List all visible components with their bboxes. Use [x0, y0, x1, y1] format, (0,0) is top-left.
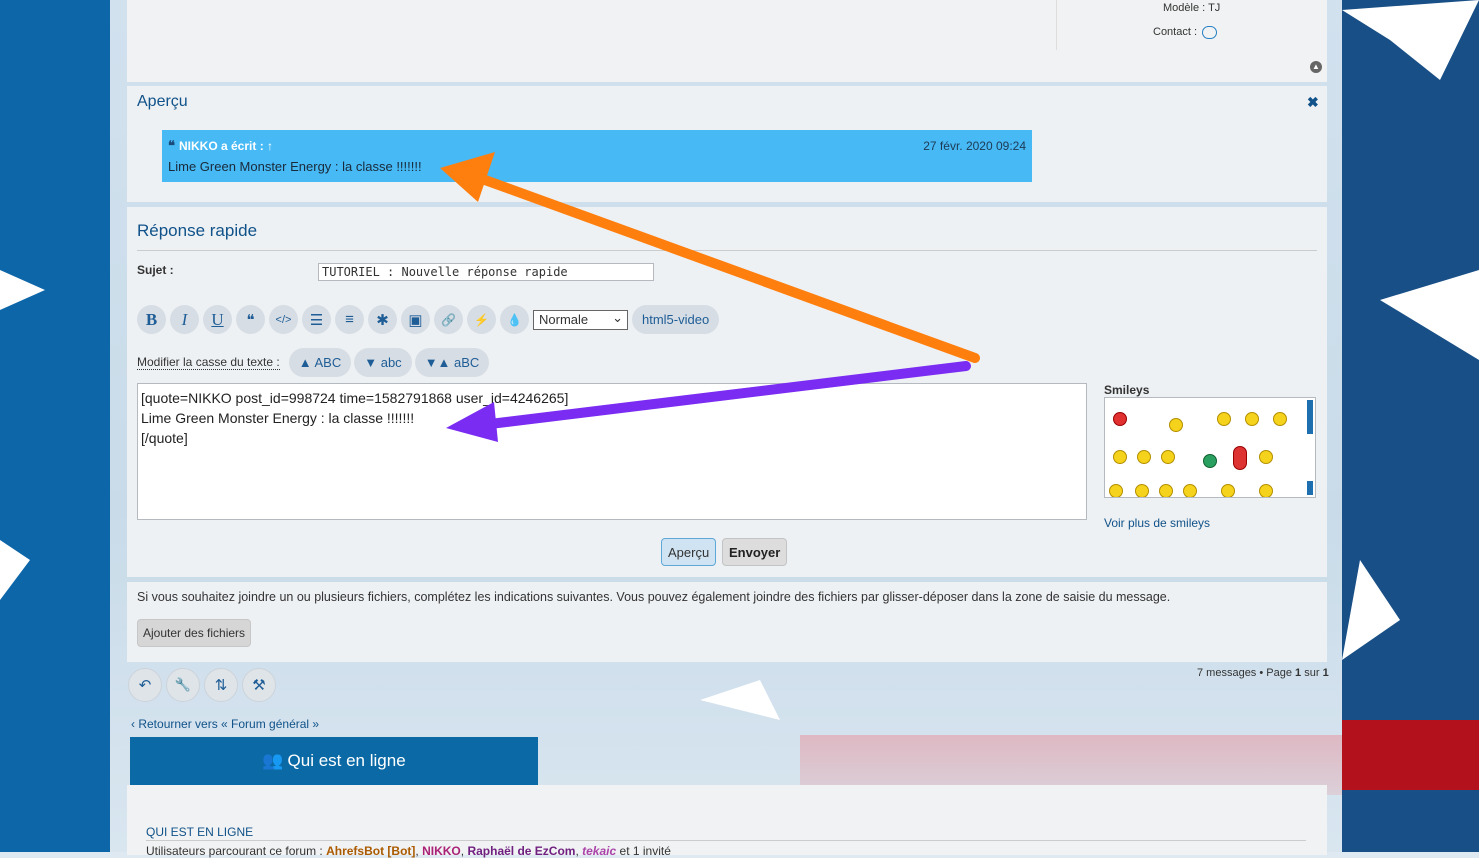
quote-author: ❝ NIKKO a écrit : ↑ [168, 138, 273, 154]
color-drop-icon-button[interactable]: 💧 [500, 305, 529, 334]
case-upper-button[interactable]: ▲ ABC [288, 348, 352, 377]
back-to-top-icon[interactable]: ▲ [1310, 61, 1322, 73]
smiley-icon[interactable] [1113, 412, 1127, 426]
subject-label: Sujet : [137, 263, 174, 277]
profile-contact: Contact : [1153, 26, 1197, 38]
attachments-instructions: Si vous souhaitez joindre un ou plusieur… [137, 590, 1171, 604]
online-users-list: Utilisateurs parcourant ce forum : Ahref… [146, 844, 671, 858]
font-size-select[interactable]: Normale [533, 309, 628, 330]
smileys-box [1104, 397, 1316, 498]
smiley-icon[interactable] [1135, 484, 1149, 497]
profile-divider [1056, 0, 1057, 50]
online-users-suffix: et 1 invité [619, 844, 671, 858]
preview-button[interactable]: Aperçu [661, 538, 717, 566]
underline-button[interactable]: U [203, 305, 232, 334]
back-to-forum-label: Retourner vers « Forum général » [138, 717, 320, 731]
contact-bubble-icon[interactable] [1202, 26, 1217, 39]
pagination-sep: sur [1304, 667, 1320, 679]
smiley-icon[interactable] [1259, 484, 1273, 497]
pagination-current: 1 [1295, 667, 1302, 679]
add-files-button[interactable]: Ajouter des fichiers [137, 619, 252, 647]
message-textarea[interactable]: [quote=NIKKO post_id=998724 time=1582791… [137, 383, 1087, 520]
pagination: 7 messages • Page 1 sur 1 [1197, 667, 1329, 679]
users-icon: 👥 [262, 751, 284, 770]
profile-contact-label: Contact : [1153, 26, 1198, 38]
send-button[interactable]: Envoyer [722, 538, 788, 566]
smiley-icon[interactable] [1137, 450, 1151, 464]
quote-author-name[interactable]: NIKKO a écrit : [179, 139, 264, 153]
background-stripe-red [1342, 720, 1479, 790]
online-users-prefix: Utilisateurs parcourant ce forum : [146, 844, 323, 858]
pagination-total: 1 [1322, 667, 1329, 679]
close-icon[interactable]: ✖ [1307, 94, 1319, 111]
previous-post-panel: Modèle : TJ Contact : ▲ [127, 0, 1327, 82]
italic-button[interactable]: I [170, 305, 199, 334]
reply-icon[interactable]: ↶ [128, 668, 162, 702]
text-case-label: Modifier la casse du texte : [137, 355, 280, 370]
who-is-online-label: Qui est en ligne [287, 751, 406, 770]
html5-video-button[interactable]: html5-video [632, 305, 720, 334]
online-user[interactable]: Raphaël de EzCom [467, 844, 575, 858]
quote-text: Lime Green Monster Energy : la classe !!… [168, 159, 422, 174]
more-smileys-link[interactable]: Voir plus de smileys [1104, 516, 1210, 530]
smiley-icon[interactable] [1159, 484, 1173, 497]
profile-model-value: TJ [1208, 2, 1221, 14]
pagination-prefix: 7 messages • Page [1197, 667, 1292, 679]
code-icon-button[interactable]: </> [269, 305, 298, 334]
quote-date: 27 févr. 2020 09:24 [923, 139, 1026, 153]
online-user[interactable]: tekaic [582, 844, 616, 858]
flash-icon-button[interactable]: ⚡ [467, 305, 496, 334]
case-lower-button[interactable]: ▼ abc [354, 348, 412, 377]
quick-reply-panel: Réponse rapide Sujet : TUTORIEL : Nouvel… [127, 207, 1327, 577]
quote-icon-button[interactable]: ❝ [236, 305, 265, 334]
smiley-icon[interactable] [1273, 412, 1287, 426]
case-toggle-button[interactable]: ▼▲ aBC [414, 348, 490, 377]
who-is-online-panel: QUI EST EN LIGNE Utilisateurs parcourant… [127, 785, 1327, 858]
attachments-panel: Si vous souhaitez joindre un ou plusieur… [127, 582, 1327, 662]
ordered-list-icon-button[interactable]: ≡ [335, 305, 364, 334]
quote-block: ❝ NIKKO a écrit : ↑ 27 févr. 2020 09:24 L… [162, 130, 1032, 182]
smiley-icon[interactable] [1183, 484, 1197, 497]
smiley-icon[interactable] [1203, 454, 1217, 468]
divider [146, 840, 1306, 841]
quick-reply-title: Réponse rapide [137, 221, 258, 240]
list-icon-button[interactable]: ☰ [302, 305, 331, 334]
online-user[interactable]: AhrefsBot [Bot] [326, 844, 415, 858]
profile-model: Modèle : TJ [1163, 2, 1220, 14]
profile-model-label: Modèle : [1163, 2, 1206, 14]
smiley-icon[interactable] [1113, 450, 1127, 464]
smiley-icon[interactable] [1221, 484, 1235, 497]
sort-icon[interactable]: ⇅ [204, 668, 238, 702]
smileys-scrollbar-lower[interactable] [1307, 481, 1313, 495]
smiley-icon[interactable] [1245, 412, 1259, 426]
bold-button[interactable]: B [137, 305, 166, 334]
smileys-title: Smileys [1104, 383, 1150, 397]
online-user[interactable]: NIKKO [422, 844, 461, 858]
list-item-icon-button[interactable]: ✱ [368, 305, 397, 334]
who-is-online-header[interactable]: 👥 Qui est en ligne [130, 737, 538, 785]
background-flag-left [0, 0, 110, 852]
topic-action-bar: ↶ 🔧 ⇅ ⚒ [128, 668, 276, 702]
text-case-row: Modifier la casse du texte : ▲ ABC ▼ abc… [137, 348, 490, 377]
smiley-icon[interactable] [1217, 412, 1231, 426]
image-icon-button[interactable]: ▣ [401, 305, 430, 334]
smiley-icon[interactable] [1109, 484, 1123, 497]
link-icon-button[interactable]: 🔗 [434, 305, 463, 334]
smiley-icon[interactable] [1233, 446, 1247, 470]
online-title[interactable]: QUI EST EN LIGNE [146, 825, 253, 839]
preview-panel: Aperçu ✖ ❝ NIKKO a écrit : ↑ 27 févr. 202… [127, 86, 1327, 202]
quote-icon: ❝ [168, 138, 175, 153]
bbcode-toolbar: B I U ❝ </> ☰ ≡ ✱ ▣ 🔗 ⚡ 💧 Normale html5-… [137, 305, 720, 334]
quote-source-arrow-icon[interactable]: ↑ [267, 139, 273, 153]
smiley-icon[interactable] [1169, 418, 1183, 432]
subject-input[interactable]: TUTORIEL : Nouvelle réponse rapide [318, 263, 654, 281]
smiley-icon[interactable] [1161, 450, 1175, 464]
divider [137, 250, 1317, 251]
back-to-forum-link[interactable]: ‹ Retourner vers « Forum général » [131, 717, 319, 731]
preview-title: Aperçu [137, 93, 188, 110]
gavel-icon[interactable]: ⚒ [242, 668, 276, 702]
wrench-icon[interactable]: 🔧 [166, 668, 200, 702]
smiley-icon[interactable] [1259, 450, 1273, 464]
smileys-scrollbar[interactable] [1307, 400, 1313, 434]
